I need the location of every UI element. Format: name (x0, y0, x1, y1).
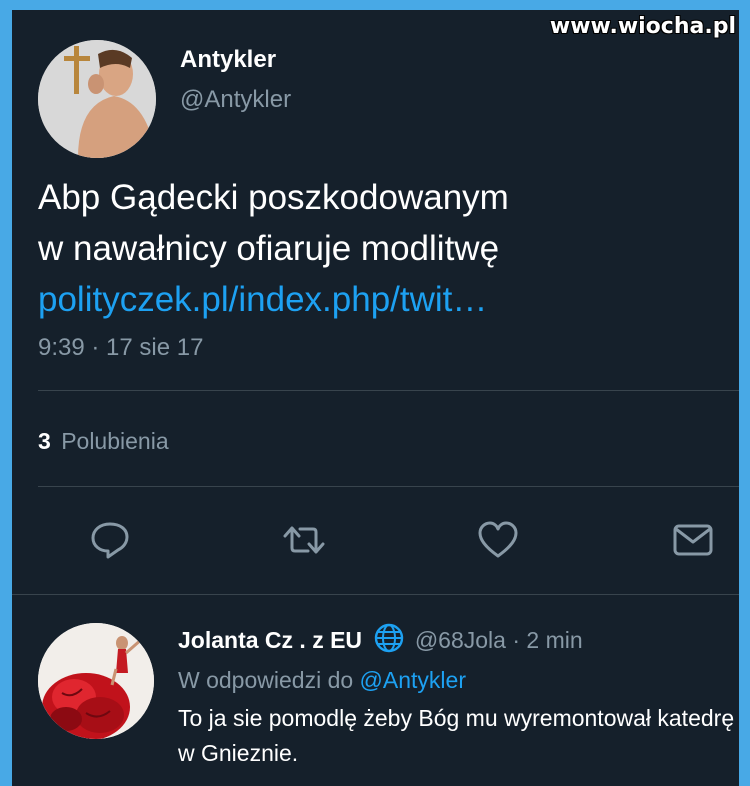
retweet-icon (283, 526, 325, 554)
author-handle[interactable]: @Antykler (180, 86, 291, 114)
reply-icon (91, 522, 129, 559)
reply-time: 2 min (526, 627, 583, 653)
likes-label: Polubienia (61, 428, 169, 454)
reply-author-handle[interactable]: @68Jola (415, 627, 506, 653)
in-reply-to: W odpowiedzi do @Antykler (178, 667, 466, 694)
reply-author-avatar[interactable] (38, 623, 154, 739)
tweet-text-line: Abp Gądecki poszkodowanym (38, 178, 509, 217)
tweet-detail-view: Antykler @Antykler Abp Gądecki poszkodow… (12, 10, 739, 786)
in-reply-to-label: W odpowiedzi do (178, 667, 354, 693)
author-avatar-image (38, 40, 156, 158)
reply-author-name[interactable]: Jolanta Cz . z EU (178, 627, 362, 653)
likes-count: 3 (38, 428, 51, 454)
tweet-text: Abp Gądecki poszkodowanym w nawałnicy of… (38, 172, 718, 325)
message-button[interactable] (671, 518, 715, 562)
like-button[interactable] (476, 518, 520, 562)
envelope-icon (673, 524, 713, 556)
globe-icon (375, 623, 404, 653)
likes-stat[interactable]: 3 Polubienia (38, 428, 169, 455)
author-avatar[interactable] (38, 40, 156, 158)
divider (38, 390, 739, 391)
in-reply-to-mention[interactable]: @Antykler (360, 667, 466, 693)
reply-header: Jolanta Cz . z EU @68Jola · 2 min (178, 623, 583, 654)
retweet-button[interactable] (282, 518, 326, 562)
reply-button[interactable] (88, 518, 132, 562)
author-name[interactable]: Antykler (180, 46, 276, 74)
heart-icon (478, 521, 518, 558)
reply-separator: · (512, 627, 521, 653)
tweet-text-line: w nawałnicy ofiaruje modlitwę (38, 229, 500, 268)
tweet-link[interactable]: polityczek.pl/index.php/twit… (38, 274, 718, 325)
reply-tweet[interactable]: Jolanta Cz . z EU @68Jola · 2 min W odpo… (12, 594, 739, 786)
tweet-timestamp: 9:39 · 17 sie 17 (38, 334, 204, 361)
watermark: www.wiocha.pl (549, 14, 736, 39)
reply-avatar-image (38, 623, 154, 739)
reply-text: To ja sie pomodlę żeby Bóg mu wyremontow… (178, 705, 735, 766)
divider (38, 486, 739, 487)
